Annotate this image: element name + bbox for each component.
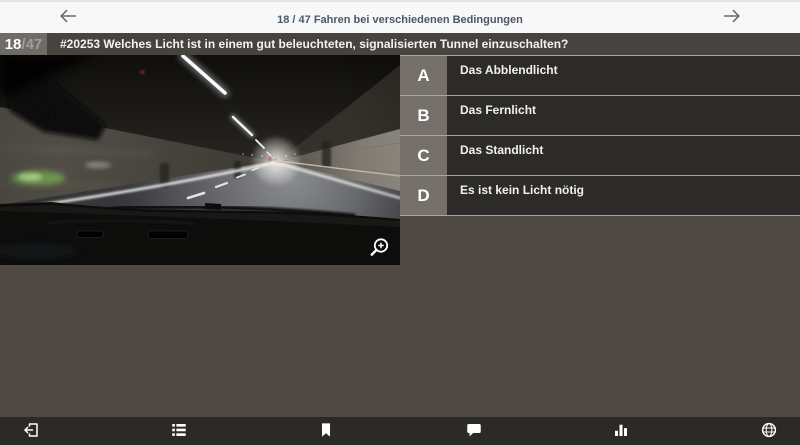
answer-option-d[interactable]: D Es ist kein Licht nötig (400, 176, 800, 216)
language-button[interactable] (751, 417, 787, 445)
answer-text: Es ist kein Licht nötig (447, 176, 800, 215)
list-icon (170, 421, 188, 442)
bookmark-icon (318, 421, 334, 442)
answer-letter: B (400, 96, 447, 135)
statistics-button[interactable] (603, 417, 639, 445)
comment-icon (465, 421, 483, 442)
arrow-left-icon (57, 5, 79, 30)
magnifier-plus-icon (367, 236, 392, 260)
question-counter-badge: 18/47 (0, 33, 47, 55)
exit-button[interactable] (13, 417, 49, 445)
answer-text: Das Abblendlicht (447, 56, 800, 95)
answer-text: Das Fernlicht (447, 96, 800, 135)
arrow-right-icon (721, 5, 743, 30)
bottom-toolbar (0, 417, 800, 445)
answer-option-c[interactable]: C Das Standlicht (400, 136, 800, 176)
question-bar: 18/47 #20253 Welches Licht ist in einem … (0, 33, 800, 55)
question-number-total: 47 (25, 35, 43, 53)
answer-option-a[interactable]: A Das Abblendlicht (400, 56, 800, 96)
answer-option-b[interactable]: B Das Fernlicht (400, 96, 800, 136)
exit-icon (22, 421, 40, 442)
comments-button[interactable] (456, 417, 492, 445)
question-text: #20253 Welches Licht ist in einem gut be… (60, 37, 569, 51)
previous-question-button[interactable] (52, 2, 84, 33)
answer-text: Das Standlicht (447, 136, 800, 175)
bar-chart-icon (612, 421, 630, 442)
app-window: 18 / 47 Fahren bei verschiedenen Bedingu… (0, 0, 800, 445)
tunnel-photo-illustration (0, 55, 400, 265)
question-list-button[interactable] (161, 417, 197, 445)
question-image[interactable] (0, 55, 400, 265)
page-title: 18 / 47 Fahren bei verschiedenen Bedingu… (277, 13, 523, 26)
question-number-current: 18 (4, 35, 22, 53)
next-question-button[interactable] (716, 2, 748, 33)
top-nav: 18 / 47 Fahren bei verschiedenen Bedingu… (0, 0, 800, 33)
answer-letter: D (400, 176, 447, 215)
image-zoom-button[interactable] (367, 236, 392, 260)
globe-icon (760, 421, 778, 442)
answer-letter: A (400, 56, 447, 95)
answer-letter: C (400, 136, 447, 175)
bookmark-button[interactable] (308, 417, 344, 445)
answer-list: A Das Abblendlicht B Das Fernlicht C Das… (400, 55, 800, 216)
